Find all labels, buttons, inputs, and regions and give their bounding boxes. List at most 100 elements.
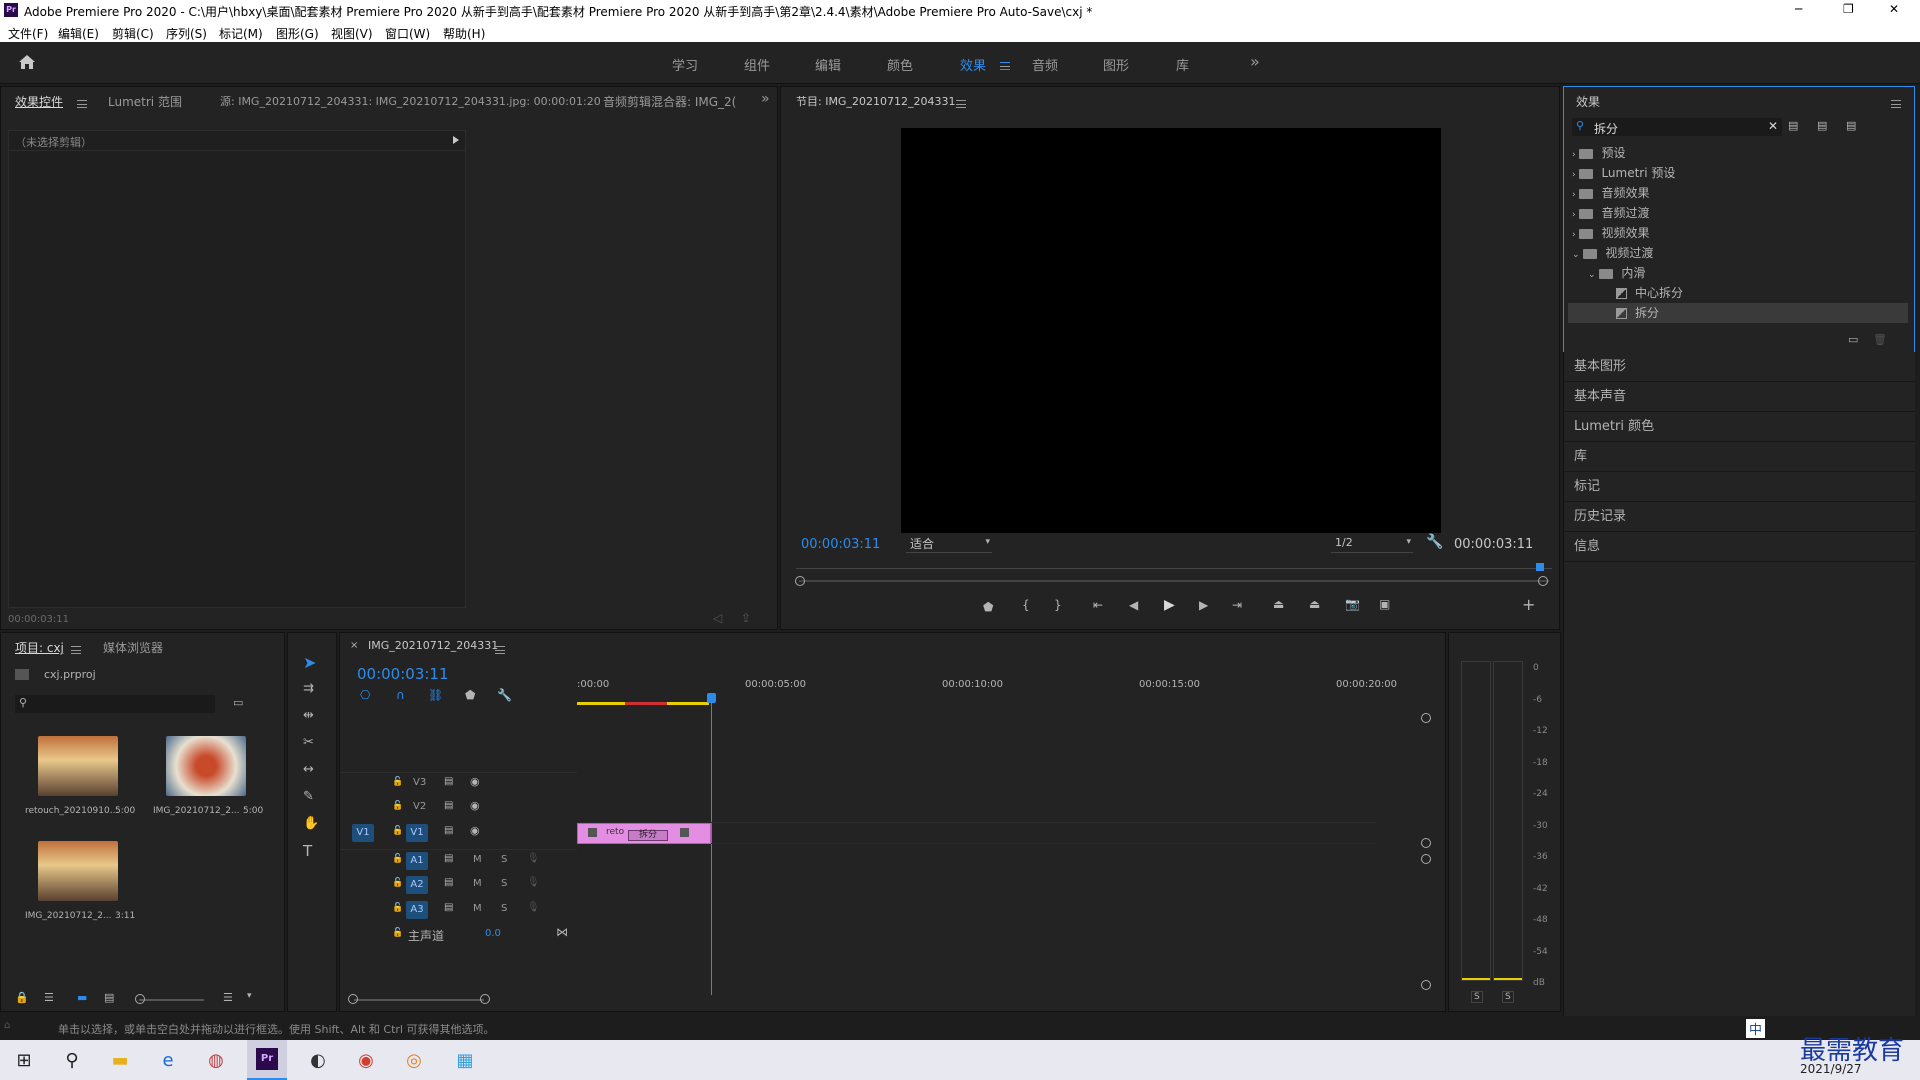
photos-icon[interactable]: ◐ — [298, 1040, 338, 1080]
timeline-settings-icon[interactable]: 🔧 — [497, 688, 512, 702]
mute-button[interactable]: M — [473, 878, 482, 889]
linked-selection-icon[interactable]: ⛓ — [428, 688, 443, 702]
menu-help[interactable]: 帮助(H) — [443, 25, 485, 42]
program-monitor-title[interactable]: 节目: IMG_20210712_204331 — [796, 93, 955, 109]
icon-view-icon[interactable]: ▬ — [77, 991, 87, 1004]
project-item[interactable]: IMG_20210712_2... 3:11 — [15, 833, 143, 933]
track-header-a2[interactable]: 🔓 A2 ▤ M S 🎙 — [340, 874, 577, 896]
wrench-icon[interactable]: 🔧 — [1426, 534, 1443, 550]
ripple-edit-tool-icon[interactable]: ⇹ — [303, 708, 314, 723]
solo-left-button[interactable]: S — [1471, 991, 1483, 1003]
mark-in-icon[interactable]: { — [1022, 598, 1030, 612]
add-marker-icon[interactable]: ⬟ — [983, 600, 993, 614]
side-panel-lumetri-color[interactable]: Lumetri 颜色 — [1564, 412, 1915, 442]
program-menu-icon[interactable] — [956, 97, 966, 111]
selection-tool-icon[interactable]: ➤ — [303, 653, 316, 672]
play-icon[interactable]: ▶ — [1164, 597, 1175, 613]
eye-icon[interactable]: ◉ — [470, 824, 480, 837]
master-volume[interactable]: 0.0 — [485, 928, 501, 939]
workspace-more-icon[interactable]: » — [1250, 52, 1260, 71]
side-panel-markers[interactable]: 标记 — [1564, 472, 1915, 502]
track-header-a1[interactable]: 🔓 A1 ▤ M S 🎙 — [340, 849, 577, 871]
menu-sequence[interactable]: 序列(S) — [166, 25, 207, 42]
type-tool-icon[interactable]: T — [303, 842, 312, 860]
zoom-handle-right[interactable] — [1538, 576, 1548, 586]
eye-icon[interactable]: ◉ — [470, 799, 480, 812]
freeform-view-icon[interactable]: ▤ — [104, 991, 114, 1004]
project-item[interactable]: retouch_20210910... 5:00 — [15, 728, 143, 828]
sync-lock-icon[interactable]: ▤ — [444, 902, 453, 913]
tree-item-video-transitions[interactable]: ⌄ 视频过渡 — [1568, 243, 1908, 263]
pen-tool-icon[interactable]: ✎ — [303, 789, 314, 804]
lock-icon[interactable]: 🔓 — [392, 878, 403, 888]
tree-item-audio-transitions[interactable]: › 音频过渡 — [1568, 203, 1908, 223]
resolution-dropdown[interactable]: 1/2 ▾ — [1331, 535, 1413, 553]
project-search-input[interactable]: ⚲ — [15, 695, 215, 713]
tab-lumetri-scopes[interactable]: Lumetri 范围 — [108, 93, 182, 110]
side-panel-history[interactable]: 历史记录 — [1564, 502, 1915, 532]
lock-icon[interactable]: 🔓 — [392, 928, 403, 938]
project-item[interactable]: IMG_20210712_2... 5:00 — [143, 728, 271, 828]
solo-button[interactable]: S — [501, 903, 507, 914]
workspace-tab-libraries[interactable]: 库 — [1176, 55, 1189, 74]
edge-browser-icon[interactable]: e — [148, 1040, 188, 1080]
menu-marker[interactable]: 标记(M) — [219, 25, 263, 42]
tree-item-split[interactable]: 拆分 — [1568, 303, 1908, 323]
sync-lock-icon[interactable]: ▤ — [444, 776, 453, 787]
solo-button[interactable]: S — [501, 878, 507, 889]
lock-icon[interactable]: 🔒 — [15, 991, 29, 1004]
panel-menu-icon[interactable] — [1891, 97, 1901, 111]
razor-tool-icon[interactable]: ✂ — [303, 735, 314, 750]
camera-icon[interactable]: 📷 — [1345, 597, 1360, 611]
app-icon[interactable]: ▦ — [445, 1040, 485, 1080]
workspace-tab-color[interactable]: 颜色 — [887, 55, 913, 74]
time-ruler[interactable]: :00:00 00:00:05:00 00:00:10:00 00:00:15:… — [577, 675, 1397, 705]
windows-start-icon[interactable]: ⊞ — [4, 1040, 44, 1080]
horizontal-scroll-handle[interactable] — [348, 994, 358, 1004]
menu-window[interactable]: 窗口(W) — [385, 25, 430, 42]
delete-icon[interactable]: 🗑 — [1873, 333, 1887, 346]
vertical-scroll-handle[interactable] — [1421, 980, 1431, 990]
hand-tool-icon[interactable]: ✋ — [303, 816, 319, 831]
lock-icon[interactable]: 🔓 — [392, 903, 403, 913]
tab-menu-icon[interactable] — [77, 97, 87, 111]
track-header-a3[interactable]: 🔓 A3 ▤ M S 🎙 — [340, 899, 577, 921]
add-button-icon[interactable]: + — [1522, 595, 1535, 614]
microphone-icon[interactable]: 🎙 — [527, 853, 540, 864]
fit-dropdown[interactable]: 适合 ▾ — [906, 535, 992, 553]
new-bin-from-search-icon[interactable]: ▭ — [233, 696, 243, 709]
track-select-tool-icon[interactable]: ⇉ — [303, 681, 314, 696]
maximize-button[interactable]: ❐ — [1843, 2, 1854, 16]
menu-edit[interactable]: 编辑(E) — [58, 25, 99, 42]
panel-overflow-icon[interactable]: » — [761, 91, 770, 107]
workspace-tab-audio[interactable]: 音频 — [1032, 55, 1058, 74]
track-label[interactable]: A3 — [406, 901, 428, 919]
add-marker-icon[interactable]: ⬟ — [465, 688, 475, 702]
sync-lock-icon[interactable]: ▤ — [444, 853, 453, 864]
yuv-effects-icon[interactable]: ▤ — [1846, 119, 1856, 132]
side-panel-essential-sound[interactable]: 基本声音 — [1564, 382, 1915, 412]
horizontal-scroll-handle[interactable] — [480, 994, 490, 1004]
menu-file[interactable]: 文件(F) — [8, 25, 48, 42]
transition-block[interactable]: 拆分 — [628, 830, 668, 841]
close-sequence-icon[interactable]: × — [350, 640, 358, 651]
workspace-tab-assembly[interactable]: 组件 — [744, 55, 770, 74]
solo-button[interactable]: S — [501, 854, 507, 865]
playhead-handle[interactable] — [707, 693, 716, 703]
side-panel-essential-graphics[interactable]: 基本图形 — [1564, 352, 1915, 382]
zoom-slider-handle[interactable] — [135, 994, 145, 1004]
track-label[interactable]: A2 — [406, 876, 428, 894]
tab-audio-clip-mixer[interactable]: 音频剪辑混合器: IMG_2( — [603, 93, 739, 110]
microphone-icon[interactable]: 🎙 — [527, 877, 540, 888]
playhead-line[interactable] — [711, 695, 712, 995]
sync-lock-icon[interactable]: ▤ — [444, 800, 453, 811]
sync-lock-icon[interactable]: ▤ — [444, 825, 453, 836]
menu-view[interactable]: 视图(V) — [331, 25, 373, 42]
vertical-scroll-handle[interactable] — [1421, 713, 1431, 723]
step-forward-icon[interactable]: ▶ — [1199, 598, 1208, 612]
comparison-view-icon[interactable]: ▣ — [1379, 597, 1390, 611]
side-panel-libraries[interactable]: 库 — [1564, 442, 1915, 472]
side-panel-info[interactable]: 信息 — [1564, 532, 1915, 562]
monitor-time-ruler[interactable] — [796, 557, 1552, 569]
extract-icon[interactable]: ⏏ — [1309, 597, 1320, 611]
